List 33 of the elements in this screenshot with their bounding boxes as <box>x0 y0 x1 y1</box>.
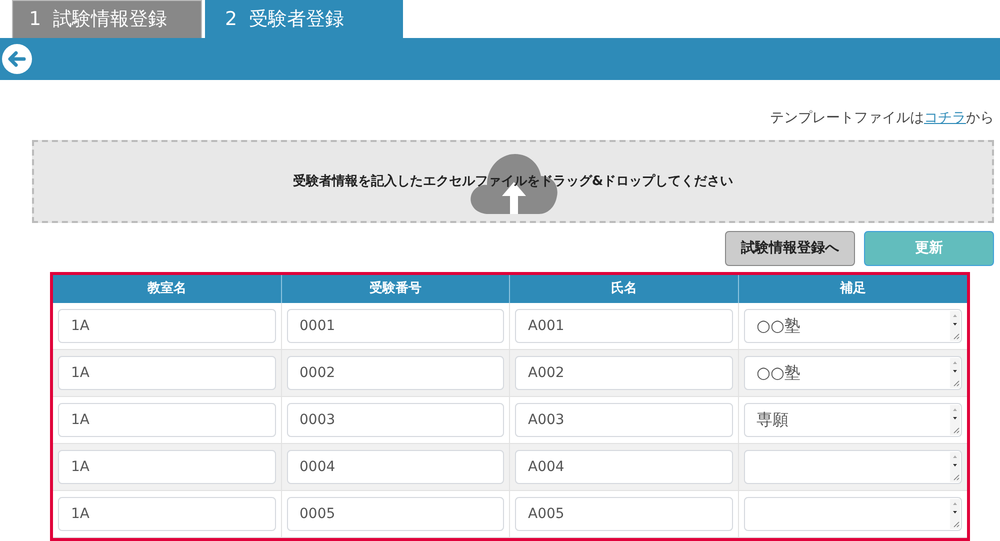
room-field[interactable]: 1A <box>58 309 276 343</box>
number-field[interactable]: 0005 <box>286 497 504 531</box>
name-field[interactable]: A002 <box>515 356 732 390</box>
remark-field[interactable] <box>744 497 962 531</box>
scrollbar-icon[interactable] <box>950 358 960 388</box>
scrollbar-icon[interactable] <box>950 499 960 529</box>
number-field[interactable]: 0002 <box>286 356 504 390</box>
number-field[interactable]: 0003 <box>286 403 504 437</box>
number-field[interactable]: 0001 <box>286 309 504 343</box>
name-field[interactable]: A001 <box>515 309 732 343</box>
remark-field[interactable] <box>744 450 962 484</box>
template-note: テンプレートファイルは コチラから <box>770 108 994 128</box>
scrollbar-icon[interactable] <box>950 452 960 482</box>
name-field[interactable]: A004 <box>515 450 732 484</box>
room-field[interactable]: 1A <box>58 356 276 390</box>
template-link[interactable]: コチラ <box>924 110 966 126</box>
name-field[interactable]: A005 <box>515 497 732 531</box>
number-field[interactable]: 0004 <box>286 450 504 484</box>
column-header: 補足 <box>838 280 867 298</box>
drop-zone[interactable]: 受験者情報を記入したエクセルファイルをドラッグ&ドロップしてください <box>32 140 994 223</box>
tab[interactable]: 2 受験者登録 <box>205 0 403 38</box>
room-field[interactable]: 1A <box>58 497 276 531</box>
remark-field[interactable]: ○○塾 <box>744 356 962 390</box>
scrollbar-icon[interactable] <box>950 311 960 341</box>
remark-field[interactable]: ○○塾 <box>744 309 962 343</box>
drop-instructions: 受験者情報を記入したエクセルファイルをドラッグ&ドロップしてください <box>292 172 734 191</box>
tab[interactable]: 1 試験情報登録 <box>12 0 202 38</box>
name-field[interactable]: A003 <box>515 403 732 437</box>
room-field[interactable]: 1A <box>58 450 276 484</box>
back-to-exam-button[interactable]: 試験情報登録へ <box>725 231 855 266</box>
room-field[interactable]: 1A <box>58 403 276 437</box>
remark-field[interactable]: 専願 <box>744 403 962 437</box>
scrollbar-icon[interactable] <box>950 405 960 435</box>
